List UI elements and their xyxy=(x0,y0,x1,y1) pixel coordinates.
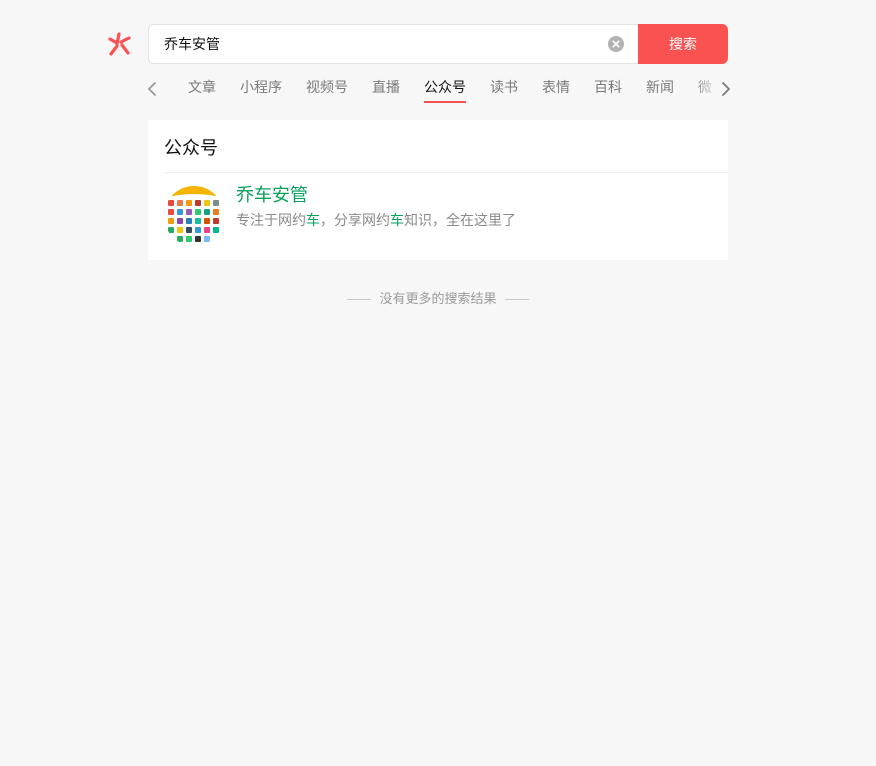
wechat-search-logo[interactable] xyxy=(106,30,134,58)
result-item[interactable]: 乔车安管 专注于网约车，分享网约车知识，全在这里了 xyxy=(164,184,724,248)
section-divider xyxy=(164,172,728,173)
tab-encyclopedia[interactable]: 百科 xyxy=(594,78,622,98)
active-tab-underline xyxy=(424,101,466,103)
chevron-left-icon[interactable] xyxy=(146,80,160,98)
no-more-results-text: 没有更多的搜索结果 xyxy=(379,292,497,307)
tabs-fade-left xyxy=(160,76,174,106)
search-type-tabs: 文章 小程序 视频号 直播 公众号 读书 表情 百科 新闻 微 xyxy=(146,76,734,106)
tab-wei[interactable]: 微 xyxy=(698,78,712,98)
search-page: 搜索 文章 小程序 视频号 直播 公众号 读书 表情 百科 新闻 微 公众号 xyxy=(0,0,876,766)
no-more-results: 没有更多的搜索结果 xyxy=(0,290,876,310)
search-bar: 搜索 xyxy=(148,24,728,64)
tab-article[interactable]: 文章 xyxy=(188,78,216,98)
section-title: 公众号 xyxy=(164,138,218,159)
desc-text: 知识，全在这里了 xyxy=(404,213,516,229)
official-account-results-card: 公众号 乔车安管 专注于网约车，分享网约车知识，全在这里了 xyxy=(148,120,728,260)
tab-stickers[interactable]: 表情 xyxy=(542,78,570,98)
account-avatar[interactable] xyxy=(164,186,224,246)
clear-icon[interactable] xyxy=(608,36,624,52)
tab-mini-program[interactable]: 小程序 xyxy=(240,78,282,98)
tab-reading[interactable]: 读书 xyxy=(490,78,518,98)
divider-line xyxy=(504,299,529,300)
tab-news[interactable]: 新闻 xyxy=(646,78,674,98)
chevron-right-icon[interactable] xyxy=(718,80,732,98)
desc-text: ，分享网约 xyxy=(320,213,390,229)
desc-text: 专注于网约 xyxy=(236,213,306,229)
desc-highlight: 车 xyxy=(306,213,320,229)
tab-live[interactable]: 直播 xyxy=(372,78,400,98)
desc-highlight: 车 xyxy=(390,213,404,229)
search-box xyxy=(148,24,638,64)
tab-channels[interactable]: 视频号 xyxy=(306,78,348,98)
divider-line xyxy=(347,299,372,300)
search-input[interactable] xyxy=(164,25,584,63)
app-icons-grid-image xyxy=(164,186,224,246)
account-name[interactable]: 乔车安管 xyxy=(236,184,308,208)
tab-official-account[interactable]: 公众号 xyxy=(424,78,466,98)
account-description: 专注于网约车，分享网约车知识，全在这里了 xyxy=(236,211,516,231)
search-button[interactable]: 搜索 xyxy=(638,24,728,64)
